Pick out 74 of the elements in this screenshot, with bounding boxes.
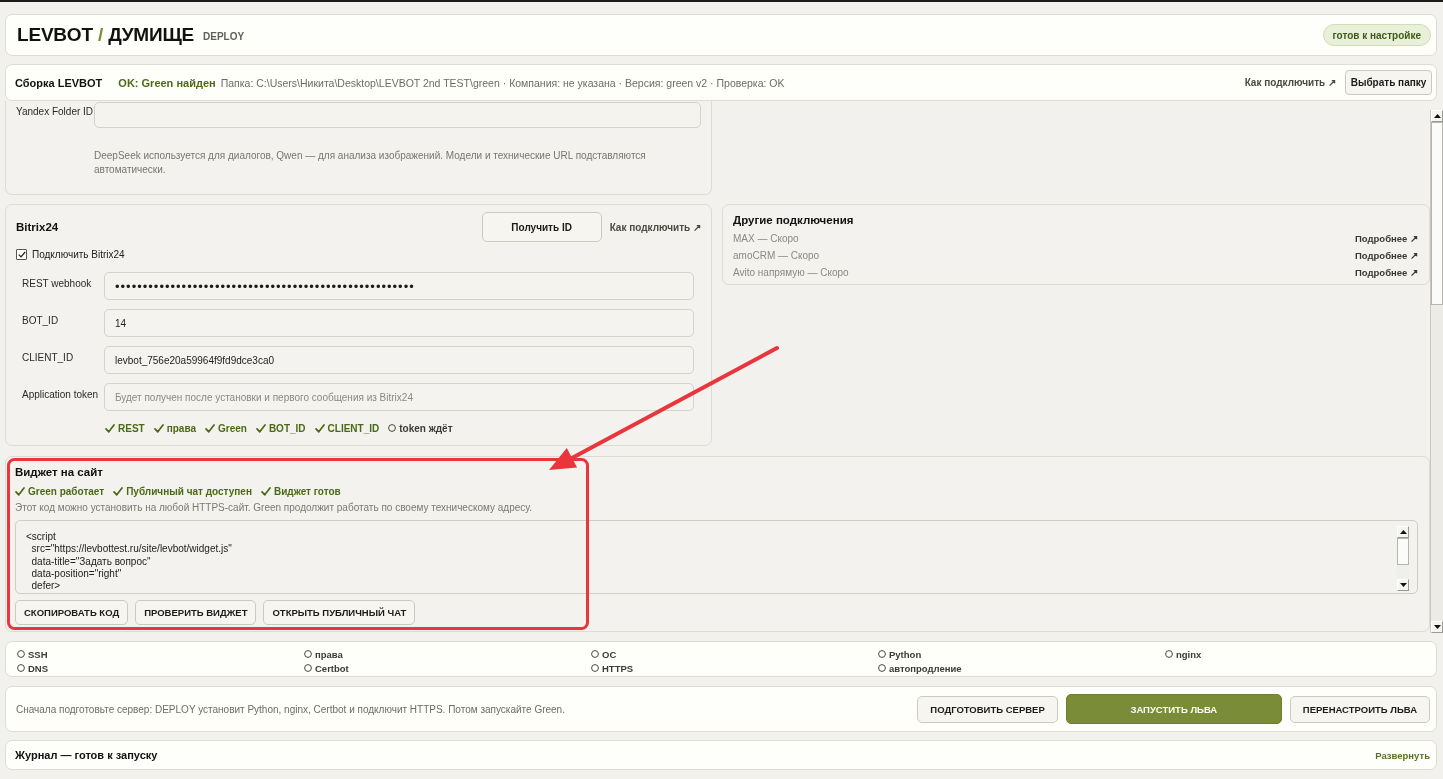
status-label: DNS [28, 662, 49, 674]
status-label: nginx [1176, 648, 1202, 660]
checkbox-label: Подключить Bitrix24 [32, 249, 125, 260]
section-title: Виджет на сайт [15, 465, 104, 479]
status-label: Certbot [315, 662, 349, 674]
hint-text: Сначала подготовьте сервер: DEPLOY установит Python, nginx, Certbot и подключит HTTPS. Потом запускайте Green. [16, 703, 566, 715]
scrollbar[interactable] [1430, 110, 1443, 633]
caret-down-icon [1433, 625, 1441, 629]
status-label: права [166, 422, 196, 434]
build-status: OK: Green найден [118, 76, 216, 89]
help-link[interactable]: Как подключить ↗ [609, 221, 701, 233]
checkbox[interactable] [16, 249, 27, 260]
scrollbar[interactable] [1397, 526, 1409, 591]
build-title: Сборка LEVBOT [15, 76, 103, 89]
integration-label: MAX — Скоро [733, 232, 799, 246]
status-label: CLIENT_ID [327, 422, 380, 434]
help-link[interactable]: Как подключить ↗ [1244, 77, 1336, 88]
more-link[interactable]: Подробнее ↗ [1355, 230, 1418, 247]
section-title: Другие подключения [733, 213, 855, 228]
status-label: ОС [602, 648, 617, 660]
input-field[interactable]: 14 [104, 309, 694, 337]
field-label: BOT_ID [22, 314, 60, 328]
open-chat-button[interactable]: ОТКРЫТЬ ПУБЛИЧНЫЙ ЧАТ [263, 600, 416, 625]
status-label: Green [217, 422, 247, 434]
integration-label: amoCRM — Скоро [733, 249, 820, 263]
caret-up-icon [1433, 114, 1441, 118]
more-link[interactable]: Подробнее ↗ [1355, 264, 1418, 281]
choose-folder-button[interactable]: Выбрать папку [1345, 70, 1432, 95]
build-details: Папка: C:\Users\Никита\Desktop\LEVBOT 2nd TEST\green · Компания: не указана · Версия: green v2 · Проверка: OK [220, 76, 785, 89]
input-field[interactable]: Будет получен после установки и первого сообщения из Bitrix24 [104, 383, 694, 411]
status-label: HTTPS [602, 662, 634, 674]
status-label: BOT_ID [268, 422, 306, 434]
app-tag: DEPLOY [203, 30, 245, 42]
section-title: Bitrix24 [16, 221, 60, 233]
more-link[interactable]: Подробнее ↗ [1355, 247, 1418, 264]
prepare-server-button[interactable]: ПОДГОТОВИТЬ СЕРВЕР [917, 695, 1058, 723]
scroll-up-button[interactable] [1431, 110, 1443, 122]
caret-up-icon [1399, 530, 1407, 534]
status-label: Публичный чат доступен [126, 486, 252, 497]
scroll-up-button[interactable] [1397, 526, 1409, 538]
get-id-button[interactable]: Получить ID [481, 212, 602, 242]
hint-text: Этот код можно установить на любой HTTPS-сайт. Green продолжит работать по своему техническому адресу. [15, 501, 534, 514]
expand-link[interactable]: Развернуть [1375, 749, 1430, 761]
field-label: CLIENT_ID [22, 351, 75, 365]
field-label: Application token [22, 388, 100, 402]
scroll-down-button[interactable] [1397, 579, 1409, 591]
status-label: SSH [28, 648, 48, 660]
status-label: права [315, 648, 343, 660]
scroll-down-button[interactable] [1431, 621, 1443, 633]
scroll-thumb[interactable] [1431, 122, 1443, 305]
input-field[interactable] [93, 102, 701, 128]
check-widget-button[interactable]: ПРОВЕРИТЬ ВИДЖЕТ [135, 600, 257, 625]
scroll-thumb[interactable] [1397, 538, 1409, 565]
status-label: Python [889, 648, 922, 660]
caret-down-icon [1399, 583, 1407, 587]
app-title: LEVBOT / ДУМИЩЕ [17, 24, 195, 46]
reconfigure-button[interactable]: ПЕРЕНАСТРОИТЬ ЛЬВА [1289, 695, 1430, 723]
field-label: Yandex Folder ID [16, 105, 94, 119]
journal-title: Журнал — готов к запуску [15, 749, 158, 761]
status-label: token ждёт [399, 422, 453, 434]
input-field[interactable]: levbot_756e20a59964f9fd9dce3ca0 [104, 346, 694, 374]
status-badge: готов к настройке [1322, 24, 1431, 46]
launch-button[interactable]: ЗАПУСТИТЬ ЛЬВА [1065, 694, 1282, 724]
status-label: REST [118, 422, 145, 434]
integration-label: Avito напрямую — Скоро [733, 266, 849, 280]
hint-text: DeepSeek используется для диалогов, Qwen — для анализа изображений. Модели и технические URL подставляются автоматически. [94, 149, 647, 176]
field-label: REST webhook [22, 277, 93, 291]
copy-code-button[interactable]: СКОПИРОВАТЬ КОД [15, 600, 129, 625]
code-field[interactable]: <script src="https://levbottest.ru/site/levbot/widget.js" data-title="Задать вопрос" data-position="right" defer> [15, 520, 1418, 594]
status-label: Виджет готов [273, 486, 341, 497]
status-label: автопродление [889, 662, 962, 674]
input-field[interactable]: •••••••••••••••••••••••••••••••••••••••••••••••••••••• [104, 272, 694, 300]
status-label: Green работает [28, 486, 105, 497]
code-text: <script src="https://levbottest.ru/site/levbot/widget.js" data-title="Задать вопрос" data-position="right" defer> [25, 530, 233, 593]
